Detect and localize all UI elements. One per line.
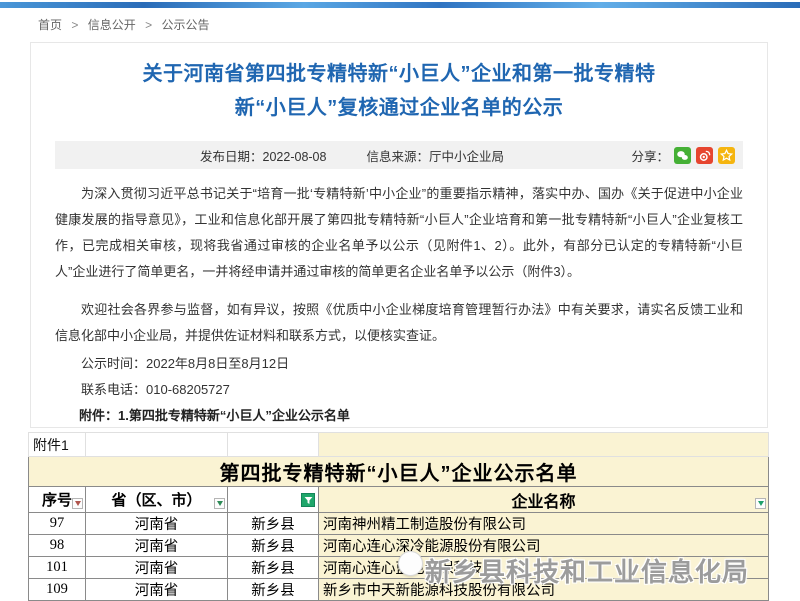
header-company: 企业名称 xyxy=(319,487,769,513)
breadcrumb-home[interactable]: 首页 xyxy=(38,18,62,32)
table-row: 97 河南省 新乡县 河南神州精工制造股份有限公司 xyxy=(29,513,769,535)
sheet-label-row: 附件1 xyxy=(29,433,769,457)
header-province: 省（区、市） xyxy=(86,487,228,513)
filter-dropdown-icon[interactable] xyxy=(755,498,766,509)
cell-company: 河南神州精工制造股份有限公司 xyxy=(319,513,769,535)
header-serial-label: 序号 xyxy=(42,492,72,509)
article-panel: 关于河南省第四批专精特新“小巨人”企业和第一批专精特新“小巨人”复核通过企业名单… xyxy=(30,42,768,428)
breadcrumb-separator: > xyxy=(71,18,78,32)
cell-province: 河南省 xyxy=(86,579,228,601)
cell-province: 河南省 xyxy=(86,535,228,557)
share-bar: 分享： xyxy=(631,146,735,165)
cell-province: 河南省 xyxy=(86,513,228,535)
info-source-value: 厅中小企业局 xyxy=(429,150,504,164)
wechat-share-icon[interactable] xyxy=(674,147,691,164)
cell-province: 河南省 xyxy=(86,557,228,579)
cell-serial: 98 xyxy=(29,535,86,557)
empty-cell xyxy=(319,433,769,457)
watermark-text: 新乡县科技和工业信息化局 xyxy=(425,552,749,589)
cell-serial: 101 xyxy=(29,557,86,579)
attachment-line-1: 附件：1.第四批专精特新“小巨人”企业公示名单 xyxy=(79,404,743,427)
publish-date-label: 发布日期： xyxy=(200,150,263,164)
breadcrumb: 首页 > 信息公开 > 公示公告 xyxy=(38,16,209,33)
active-filter-funnel-icon[interactable] xyxy=(301,493,315,507)
empty-cell xyxy=(86,433,228,457)
share-label: 分享： xyxy=(631,146,669,165)
paragraph-1: 为深入贯彻习近平总书记关于“培育一批‘专精特新’中小企业”的重要指示精神，落实中… xyxy=(55,181,743,285)
attachments-label: 附件： xyxy=(79,408,118,423)
sheet-label: 附件1 xyxy=(29,433,86,457)
info-source: 信息来源：厅中小企业局 xyxy=(366,146,504,165)
header-province-label: 省（区、市） xyxy=(111,492,201,509)
top-nav-bar xyxy=(0,2,800,8)
cell-county: 新乡县 xyxy=(228,557,319,579)
empty-cell xyxy=(228,433,319,457)
weibo-share-icon[interactable] xyxy=(696,147,713,164)
contact-phone-line: 联系电话：010-68205727 xyxy=(81,379,743,401)
attachment-item-1: 1.第四批专精特新“小巨人”企业公示名单 xyxy=(118,408,350,423)
notice-time-line: 公示时间：2022年8月8日至8月12日 xyxy=(81,353,743,375)
article-meta-bar: 发布日期：2022-08-08 信息来源：厅中小企业局 分享： xyxy=(55,141,743,169)
cell-county: 新乡县 xyxy=(228,579,319,601)
star-share-icon[interactable] xyxy=(718,147,735,164)
cell-county: 新乡县 xyxy=(228,535,319,557)
cell-serial: 109 xyxy=(29,579,86,601)
paragraph-2: 欢迎社会各界参与监督，如有异议，按照《优质中小企业梯度培育管理暂行办法》中有关要… xyxy=(55,297,743,349)
breadcrumb-public-notice[interactable]: 公示公告 xyxy=(161,18,209,32)
header-county xyxy=(228,487,319,513)
cell-serial: 97 xyxy=(29,513,86,535)
cell-county: 新乡县 xyxy=(228,513,319,535)
publish-date: 发布日期：2022-08-08 xyxy=(55,146,326,165)
breadcrumb-separator: > xyxy=(145,18,152,32)
publish-date-value: 2022-08-08 xyxy=(263,150,327,164)
table-header-row: 序号 省（区、市） 企业名称 xyxy=(29,487,769,513)
watermark-logo xyxy=(398,551,423,576)
table-title: 第四批专精特新“小巨人”企业公示名单 xyxy=(29,457,769,487)
filter-dropdown-icon[interactable] xyxy=(214,498,225,509)
breadcrumb-info-disclosure[interactable]: 信息公开 xyxy=(88,18,136,32)
info-source-label: 信息来源： xyxy=(366,150,429,164)
filter-dropdown-icon[interactable] xyxy=(72,498,83,509)
header-company-label: 企业名称 xyxy=(511,494,575,511)
page-title: 关于河南省第四批专精特新“小巨人”企业和第一批专精特新“小巨人”复核通过企业名单… xyxy=(31,43,767,133)
header-serial: 序号 xyxy=(29,487,86,513)
table-title-row: 第四批专精特新“小巨人”企业公示名单 xyxy=(29,457,769,487)
